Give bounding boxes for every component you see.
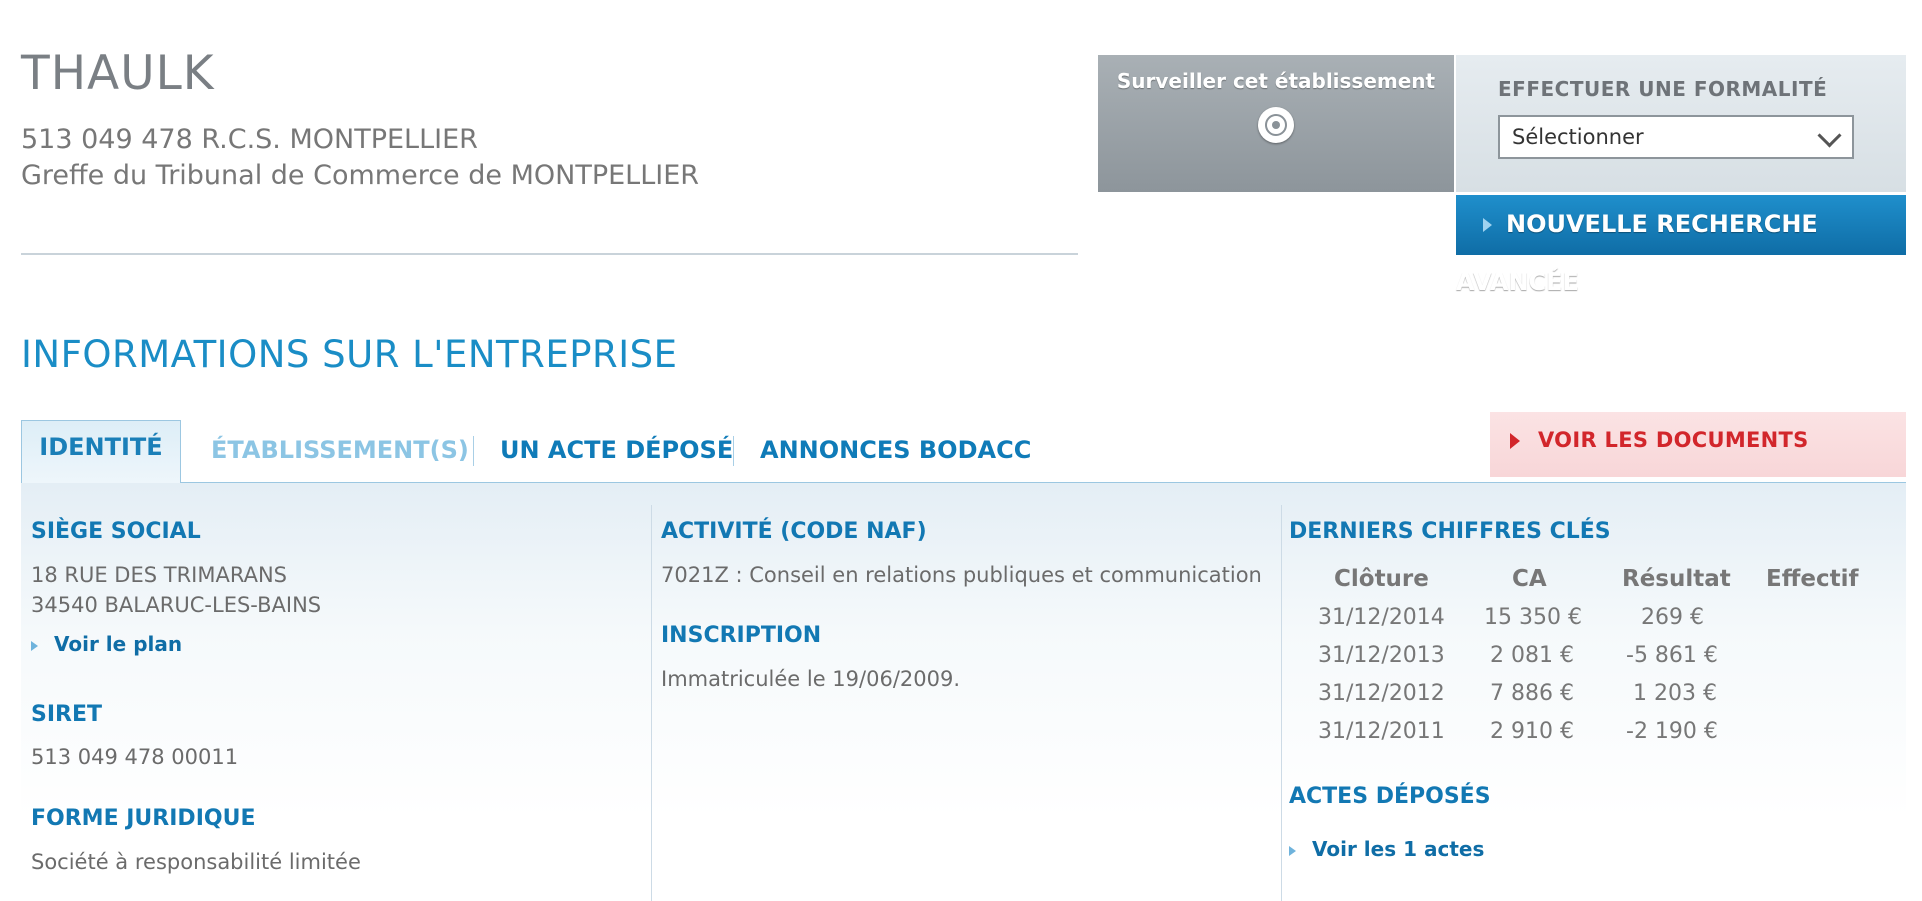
row-ca: 7 886 € [1490,681,1574,706]
watch-establishment-button[interactable]: Surveiller cet établissement [1098,55,1454,192]
tab-etablissements[interactable]: ÉTABLISSEMENT(S) [211,436,469,464]
actes-link[interactable]: Voir les 1 actes [1289,837,1484,861]
chiffres-title: DERNIERS CHIFFRES CLÉS [1289,519,1611,544]
arrow-right-icon [1483,218,1492,232]
col-header-resultat: Résultat [1622,566,1731,592]
actes-link-label: Voir les 1 actes [1312,837,1485,861]
inscription-value: Immatriculée le 19/06/2009. [661,667,961,691]
siege-address-line2: 34540 BALARUC-LES-BAINS [31,593,322,617]
col-header-effectif: Effectif [1766,566,1859,592]
map-link-label: Voir le plan [54,632,183,656]
siret-title: SIRET [31,702,103,727]
inscription-title: INSCRIPTION [661,623,822,648]
greffe-name: Greffe du Tribunal de Commerce de MONTPE… [21,160,700,191]
row-cloture: 31/12/2011 [1318,719,1445,744]
row-cloture: 31/12/2014 [1318,605,1445,630]
formalite-panel: EFFECTUER UNE FORMALITÉ Sélectionner [1456,55,1906,192]
rcs-number: 513 049 478 R.C.S. MONTPELLIER [21,124,478,155]
forme-value: Société à responsabilité limitée [31,850,361,874]
formalite-selected-value: Sélectionner [1512,125,1644,149]
row-cloture: 31/12/2013 [1318,643,1445,668]
header-divider [21,253,1078,255]
row-ca: 2 910 € [1490,719,1574,744]
row-ca: 2 081 € [1490,643,1574,668]
arrow-right-icon [1510,433,1520,449]
tab-annonces-bodacc[interactable]: ANNONCES BODACC [760,436,1031,464]
col-header-ca: CA [1512,566,1547,592]
target-icon [1258,107,1294,143]
company-name: THAULK [21,46,215,101]
siret-value: 513 049 478 00011 [31,745,239,769]
actes-title: ACTES DÉPOSÉS [1289,784,1491,809]
arrow-right-icon [1289,845,1296,856]
official-documents-button[interactable]: VOIR LES DOCUMENTS OFFICIELS [1490,412,1906,508]
tab-separator [473,436,474,466]
col-header-cloture: Clôture [1334,566,1429,592]
row-resultat: 1 203 € [1633,681,1717,706]
tab-acte-depose[interactable]: UN ACTE DÉPOSÉ [500,436,733,464]
new-search-label: NOUVELLE RECHERCHE AVANCÉE [1456,210,1818,296]
section-title: INFORMATIONS SUR L'ENTREPRISE [21,333,678,376]
row-ca: 15 350 € [1484,605,1582,630]
activite-value: 7021Z : Conseil en relations publiques e… [661,563,1262,587]
activite-title: ACTIVITÉ (CODE NAF) [661,519,927,544]
row-resultat: 269 € [1641,605,1704,630]
identity-panel [21,483,1906,901]
row-resultat: -5 861 € [1626,643,1718,668]
formalite-select[interactable]: Sélectionner [1498,115,1854,159]
siege-title: SIÈGE SOCIAL [31,519,201,544]
watch-label: Surveiller cet établissement [1116,69,1436,93]
formalite-label: EFFECTUER UNE FORMALITÉ [1498,77,1828,101]
row-resultat: -2 190 € [1626,719,1718,744]
arrow-right-icon [31,640,38,651]
forme-title: FORME JURIDIQUE [31,806,256,831]
tab-identite[interactable]: IDENTITÉ [21,420,181,483]
new-advanced-search-button[interactable]: NOUVELLE RECHERCHE AVANCÉE [1456,195,1906,296]
map-link[interactable]: Voir le plan [31,632,182,656]
tab-separator [733,436,734,466]
row-cloture: 31/12/2012 [1318,681,1445,706]
siege-address-line1: 18 RUE DES TRIMARANS [31,563,287,587]
column-divider [651,505,652,901]
column-divider [1281,505,1282,901]
chevron-down-icon [1817,123,1842,148]
